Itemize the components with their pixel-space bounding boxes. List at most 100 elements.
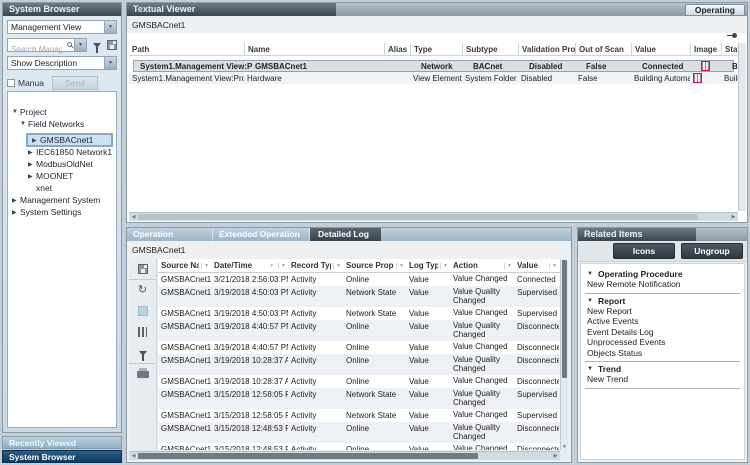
related-item-new-report[interactable]: New Report bbox=[585, 306, 740, 317]
filter-dropdown-icon[interactable]: ▼ bbox=[396, 263, 404, 269]
tree-item-xnet[interactable]: xnet bbox=[27, 182, 116, 194]
column-header-path[interactable]: Path bbox=[129, 43, 244, 55]
tab-operation[interactable]: Operation bbox=[127, 228, 213, 241]
column-header-alias[interactable]: Alias bbox=[384, 43, 410, 55]
ungroup-button[interactable]: Ungroup bbox=[681, 243, 743, 259]
refresh-button[interactable]: ↻ bbox=[129, 280, 156, 301]
table-row[interactable]: GMSBACnet13/19/2018 4:50:03 PMActivityNe… bbox=[158, 286, 560, 307]
table-row[interactable]: GMSBACnet13/15/2018 12:58:05 PMActivityN… bbox=[158, 409, 560, 422]
related-item-event-details-log[interactable]: Event Details Log bbox=[585, 327, 740, 338]
filter-dropdown-icon[interactable]: ▼ bbox=[201, 263, 209, 269]
column-header-status[interactable]: Status bbox=[721, 43, 738, 55]
column-header-validation-profile[interactable]: Validation Profile bbox=[518, 43, 575, 55]
tree-item-modbusoldnet[interactable]: ▶ModbusOldNet bbox=[27, 158, 116, 170]
chevron-down-icon[interactable]: ▼ bbox=[585, 366, 598, 372]
chevron-down-icon[interactable]: ▼ bbox=[74, 39, 86, 51]
chevron-down-icon[interactable]: ▼ bbox=[11, 109, 20, 115]
table-row[interactable]: GMSBACnet13/15/2018 12:48:53 PMActivityO… bbox=[158, 422, 560, 443]
related-item-new-trend[interactable]: New Trend bbox=[585, 374, 740, 385]
save-icon[interactable] bbox=[107, 40, 117, 50]
scrollbar-thumb[interactable] bbox=[138, 453, 478, 459]
column-header-log-type[interactable]: Log Type▼ bbox=[406, 259, 450, 273]
tree-item-gmsbacnet1[interactable]: ▶GMSBACnet1 bbox=[27, 134, 112, 146]
horizontal-scrollbar[interactable]: ◀ ▶ bbox=[129, 451, 560, 460]
scrollbar-thumb[interactable] bbox=[138, 214, 698, 220]
chevron-down-icon[interactable]: ▼ bbox=[19, 121, 28, 127]
save-button[interactable] bbox=[129, 259, 156, 280]
vertical-scrollbar[interactable] bbox=[738, 43, 746, 211]
table-row[interactable]: GMSBACnet13/19/2018 10:28:37 AMActivityO… bbox=[158, 354, 560, 375]
horizontal-scrollbar[interactable]: ◀ ▶ bbox=[129, 212, 738, 221]
scroll-down-icon[interactable]: ▼ bbox=[561, 444, 568, 450]
table-row[interactable]: GMSBACnet13/19/2018 4:50:03 PMActivityNe… bbox=[158, 307, 560, 320]
chevron-down-icon[interactable]: ▼ bbox=[104, 57, 116, 69]
scroll-left-icon[interactable]: ◀ bbox=[129, 214, 138, 220]
send-button[interactable]: Send bbox=[52, 76, 98, 90]
pin-icon[interactable] bbox=[727, 33, 737, 38]
filter-dropdown-icon[interactable]: ▼ bbox=[278, 263, 286, 269]
related-group-operating-procedure[interactable]: ▼Operating Procedure bbox=[585, 269, 740, 279]
print-button[interactable] bbox=[129, 364, 156, 385]
column-header-value[interactable]: Value▼ bbox=[514, 259, 559, 273]
icons-button[interactable]: Icons bbox=[613, 243, 675, 259]
columns-button[interactable] bbox=[129, 322, 156, 343]
chevron-down-icon[interactable]: ▼ bbox=[104, 21, 116, 33]
column-header-source-propert[interactable]: Source Propert▼ bbox=[343, 259, 406, 273]
column-header-action[interactable]: Action▼ bbox=[450, 259, 514, 273]
related-item-unprocessed-events[interactable]: Unprocessed Events bbox=[585, 337, 740, 348]
column-header-date-time[interactable]: Date/Time▼▼ bbox=[211, 259, 288, 273]
column-header-value[interactable]: Value bbox=[631, 43, 690, 55]
related-group-trend[interactable]: ▼Trend bbox=[585, 364, 740, 374]
related-item-new-remote-notification[interactable]: New Remote Notification bbox=[585, 279, 740, 290]
chevron-right-icon[interactable]: ▶ bbox=[11, 209, 20, 216]
swatch-button[interactable] bbox=[129, 301, 156, 322]
chevron-right-icon[interactable]: ▶ bbox=[27, 173, 36, 180]
scroll-right-icon[interactable]: ▶ bbox=[551, 453, 560, 459]
filter-dropdown-icon[interactable]: ▼ bbox=[440, 263, 448, 269]
table-row[interactable]: System1.Management View:Project.F...Hard… bbox=[129, 72, 738, 84]
table-row[interactable]: GMSBACnet13/19/2018 10:28:37 AMActivityO… bbox=[158, 375, 560, 388]
filter-button[interactable] bbox=[129, 343, 156, 364]
tree-item-project[interactable]: ▼Project bbox=[11, 106, 116, 118]
search-box[interactable]: ▼ bbox=[7, 38, 87, 52]
tree-item-system-settings[interactable]: ▶System Settings bbox=[11, 206, 116, 218]
chevron-right-icon[interactable]: ▶ bbox=[27, 161, 36, 168]
scrollbar-thumb[interactable] bbox=[562, 260, 567, 378]
tree-item-field-networks[interactable]: ▼Field Networks bbox=[19, 118, 116, 130]
table-row[interactable]: GMSBACnet13/19/2018 4:40:57 PMActivityOn… bbox=[158, 341, 560, 354]
chevron-right-icon[interactable]: ▶ bbox=[31, 137, 40, 144]
operating-mode-button[interactable]: Operating bbox=[685, 4, 745, 16]
tree-item-moonet[interactable]: ▶MOONET bbox=[27, 170, 116, 182]
vertical-scrollbar[interactable]: ▼ bbox=[560, 259, 568, 450]
table-row[interactable]: GMSBACnet13/21/2018 2:56:03 PMActivityOn… bbox=[158, 273, 560, 286]
column-header-source-nam[interactable]: Source Nam▼ bbox=[158, 259, 211, 273]
description-selector[interactable]: Show Description ▼ bbox=[7, 56, 117, 70]
related-item-objects-status[interactable]: Objects Status bbox=[585, 348, 740, 359]
chevron-right-icon[interactable]: ▶ bbox=[11, 197, 20, 204]
manual-checkbox[interactable] bbox=[7, 79, 15, 87]
related-group-report[interactable]: ▼Report bbox=[585, 296, 740, 306]
tab-detailed-log[interactable]: Detailed Log bbox=[310, 228, 381, 241]
column-header-name[interactable]: Name bbox=[244, 43, 384, 55]
column-header-out-of-scan[interactable]: Out of Scan bbox=[575, 43, 631, 55]
tab-extended-operation[interactable]: Extended Operation bbox=[213, 228, 310, 241]
column-header-type[interactable]: Type bbox=[410, 43, 462, 55]
scroll-left-icon[interactable]: ◀ bbox=[129, 453, 138, 459]
tree-item-management-system[interactable]: ▶Management System bbox=[11, 194, 116, 206]
filter-icon[interactable] bbox=[93, 43, 101, 48]
tab-system-browser[interactable]: System Browser bbox=[2, 450, 122, 463]
table-row[interactable]: GMSBACnet13/15/2018 12:48:53 PMActivityO… bbox=[158, 443, 560, 450]
filter-dropdown-icon[interactable]: ▼ bbox=[549, 263, 557, 269]
chevron-down-icon[interactable]: ▼ bbox=[585, 271, 598, 277]
related-item-active-events[interactable]: Active Events bbox=[585, 316, 740, 327]
view-selector[interactable]: Management View ▼ bbox=[7, 20, 117, 34]
table-row[interactable]: System1.Management View:Project...GMSBAC… bbox=[133, 60, 734, 72]
column-header-subtype[interactable]: Subtype bbox=[462, 43, 518, 55]
table-row[interactable]: GMSBACnet13/15/2018 12:58:05 PMActivityN… bbox=[158, 388, 560, 409]
filter-dropdown-icon[interactable]: ▼ bbox=[504, 263, 512, 269]
table-row[interactable]: GMSBACnet13/19/2018 4:40:57 PMActivityOn… bbox=[158, 320, 560, 341]
column-header-record-type[interactable]: Record Type▼ bbox=[288, 259, 343, 273]
tab-recently-viewed[interactable]: Recently Viewed bbox=[2, 436, 122, 449]
chevron-right-icon[interactable]: ▶ bbox=[27, 149, 36, 156]
column-header-image[interactable]: Image bbox=[690, 43, 721, 55]
